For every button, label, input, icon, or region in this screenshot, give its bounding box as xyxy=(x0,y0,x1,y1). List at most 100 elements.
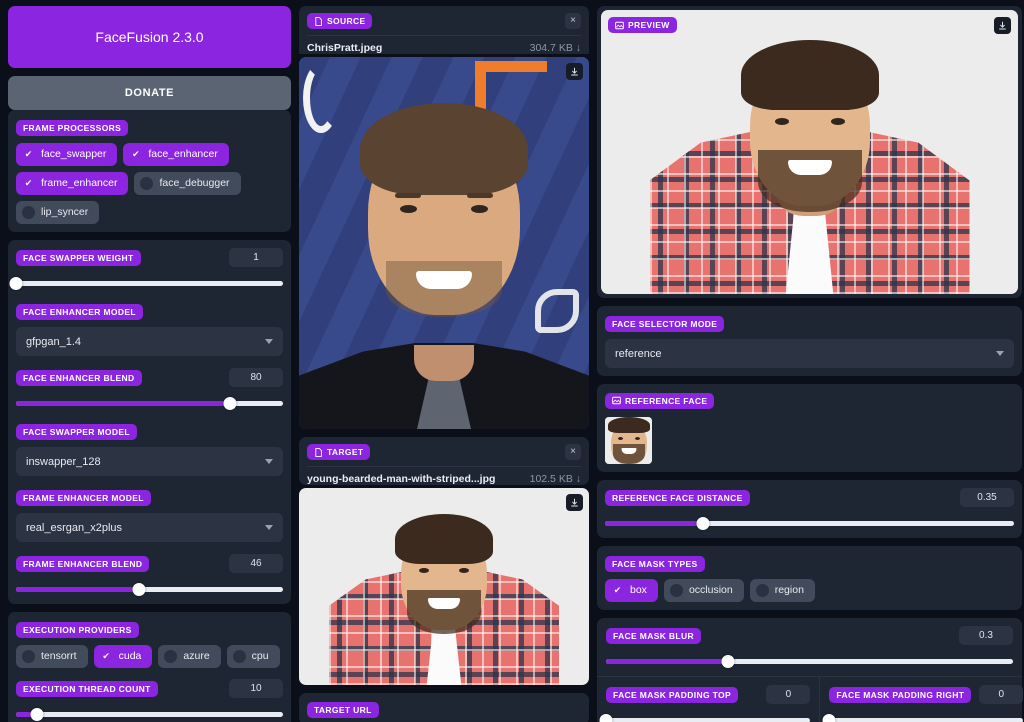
chip-occlusion[interactable]: occlusion xyxy=(663,579,744,602)
chip-region[interactable]: region xyxy=(749,579,815,602)
preview-label-badge: PREVIEW xyxy=(608,17,677,33)
facefusion-app: FaceFusion 2.3.0 DONATE FRAME PROCESSORS… xyxy=(0,0,1024,722)
face-enhancer-blend-slider[interactable] xyxy=(16,396,283,410)
target-panel: TARGET × young-bearded-man-with-striped.… xyxy=(299,437,589,485)
source-eye xyxy=(471,205,488,213)
face-swapper-model-select[interactable]: inswapper_128 xyxy=(16,447,283,476)
face-mask-types-label: FACE MASK TYPES xyxy=(605,556,705,572)
chip-label: cuda xyxy=(118,650,142,662)
target-image xyxy=(299,488,589,685)
frame-enhancer-model-select[interactable]: real_esrgan_x2plus xyxy=(16,513,283,542)
slider-knob[interactable] xyxy=(132,582,146,596)
source-backdrop-logo xyxy=(535,289,579,333)
chip-label: frame_enhancer xyxy=(41,177,118,189)
circle-icon xyxy=(232,650,246,663)
target-label: TARGET xyxy=(327,447,364,457)
check-icon: ✔ xyxy=(24,178,33,188)
frame-processors-label: FRAME PROCESSORS xyxy=(16,120,129,136)
reference-eye xyxy=(634,437,640,440)
target-close-button[interactable]: × xyxy=(565,444,581,460)
face-swapper-weight-label: FACE SWAPPER WEIGHT xyxy=(16,249,141,266)
face-mask-blur-label: FACE MASK BLUR xyxy=(606,627,701,644)
chip-cpu[interactable]: cpu xyxy=(226,645,280,668)
slider-knob[interactable] xyxy=(822,713,836,722)
circle-icon xyxy=(164,650,178,663)
donate-button[interactable]: DONATE xyxy=(8,76,291,110)
face-selector-mode-select[interactable]: reference xyxy=(605,339,1014,368)
reference-face-thumbnail[interactable] xyxy=(605,417,652,464)
face-enhancer-model-label: FACE ENHANCER MODEL xyxy=(16,304,143,320)
slider-knob[interactable] xyxy=(30,707,44,721)
preview-brow xyxy=(769,106,794,110)
source-brow xyxy=(467,193,493,198)
source-label: SOURCE xyxy=(327,16,366,26)
face-mask-blur-slider[interactable] xyxy=(606,654,1013,668)
frame-enhancer-model-label: FRAME ENHANCER MODEL xyxy=(16,490,151,506)
app-title: FaceFusion 2.3.0 xyxy=(95,29,204,45)
source-mouth xyxy=(416,271,472,289)
face-mask-padding-right-cell: FACE MASK PADDING RIGHT 0 xyxy=(820,677,1024,722)
frame-processors-panel: FRAME PROCESSORS ✔ face_swapper ✔ face_e… xyxy=(8,110,291,232)
chip-lip-syncer[interactable]: lip_syncer xyxy=(16,201,100,224)
face-mask-padding-grid: FACE MASK PADDING TOP 0 FACE MASK PADDIN… xyxy=(597,677,1024,722)
circle-icon xyxy=(755,584,769,597)
face-swapper-weight-row: FACE SWAPPER WEIGHT 1 xyxy=(16,248,283,267)
media-column: SOURCE × ChrisPratt.jpeg 304.7 KB ↓ TARG… xyxy=(299,6,589,722)
face-mask-padding-right-value: 0 xyxy=(979,685,1024,704)
execution-panel: EXECUTION PROVIDERS tensorrt ✔ cuda azur… xyxy=(8,612,291,722)
reference-beard xyxy=(612,444,645,464)
chip-frame-enhancer[interactable]: ✔ frame_enhancer xyxy=(16,172,129,195)
reference-face-label: REFERENCE FACE xyxy=(625,395,708,406)
face-mask-padding-right-slider[interactable] xyxy=(822,713,1024,722)
face-enhancer-model-value: gfpgan_1.4 xyxy=(26,335,82,348)
check-icon: ✔ xyxy=(132,149,140,159)
reference-face-distance-label: REFERENCE FACE DISTANCE xyxy=(605,489,750,506)
download-icon xyxy=(571,67,578,76)
slider-knob[interactable] xyxy=(9,276,23,290)
face-enhancer-model-select[interactable]: gfpgan_1.4 xyxy=(16,327,283,356)
source-close-button[interactable]: × xyxy=(565,13,581,29)
target-eye xyxy=(419,568,429,573)
face-swapper-weight-value: 1 xyxy=(229,248,283,267)
execution-thread-count-slider[interactable] xyxy=(16,707,283,721)
target-download-button[interactable] xyxy=(566,494,583,511)
frame-enhancer-model-value: real_esrgan_x2plus xyxy=(26,521,123,534)
source-beard xyxy=(386,261,502,317)
target-hair xyxy=(395,514,493,564)
preview-image-wrap: PREVIEW xyxy=(601,10,1018,294)
chip-face-enhancer[interactable]: ✔ face_enhancer xyxy=(123,143,229,166)
face-swapper-model-label: FACE SWAPPER MODEL xyxy=(16,424,137,440)
chip-face-swapper[interactable]: ✔ face_swapper xyxy=(16,143,118,166)
slider-knob[interactable] xyxy=(721,654,735,668)
slider-knob[interactable] xyxy=(599,713,613,722)
face-mask-padding-top-slider[interactable] xyxy=(599,713,811,722)
frame-enhancer-blend-slider[interactable] xyxy=(16,582,283,596)
donate-label: DONATE xyxy=(124,87,175,99)
face-mask-padding-top-row: FACE MASK PADDING TOP 0 xyxy=(606,685,811,704)
source-image xyxy=(299,57,589,429)
preview-download-button[interactable] xyxy=(994,17,1011,34)
face-selector-mode-panel: FACE SELECTOR MODE reference xyxy=(597,306,1022,376)
target-label-badge: TARGET xyxy=(307,444,371,460)
chip-label: lip_syncer xyxy=(41,206,89,218)
target-image-wrap xyxy=(299,488,589,685)
chip-azure[interactable]: azure xyxy=(158,645,221,668)
app-title-bar: FaceFusion 2.3.0 xyxy=(8,6,291,68)
slider-knob[interactable] xyxy=(696,516,710,530)
chip-tensorrt[interactable]: tensorrt xyxy=(16,645,88,668)
chip-label: tensorrt xyxy=(41,650,77,662)
reference-face-distance-slider[interactable] xyxy=(605,516,1014,530)
chip-cuda[interactable]: ✔ cuda xyxy=(93,645,153,668)
target-file-size: 102.5 KB ↓ xyxy=(529,473,581,485)
slider-knob[interactable] xyxy=(223,396,237,410)
file-icon xyxy=(315,447,322,457)
chip-face-debugger[interactable]: face_debugger xyxy=(134,172,241,195)
chip-label: region xyxy=(774,584,804,596)
frame-enhancer-blend-row: FRAME ENHANCER BLEND 46 xyxy=(16,554,283,573)
slider-track xyxy=(829,717,1024,722)
chip-box[interactable]: ✔ box xyxy=(605,579,658,602)
image-icon xyxy=(615,21,624,29)
source-backdrop-arc xyxy=(303,63,339,133)
source-download-button[interactable] xyxy=(566,63,583,80)
face-swapper-weight-slider[interactable] xyxy=(9,276,283,290)
